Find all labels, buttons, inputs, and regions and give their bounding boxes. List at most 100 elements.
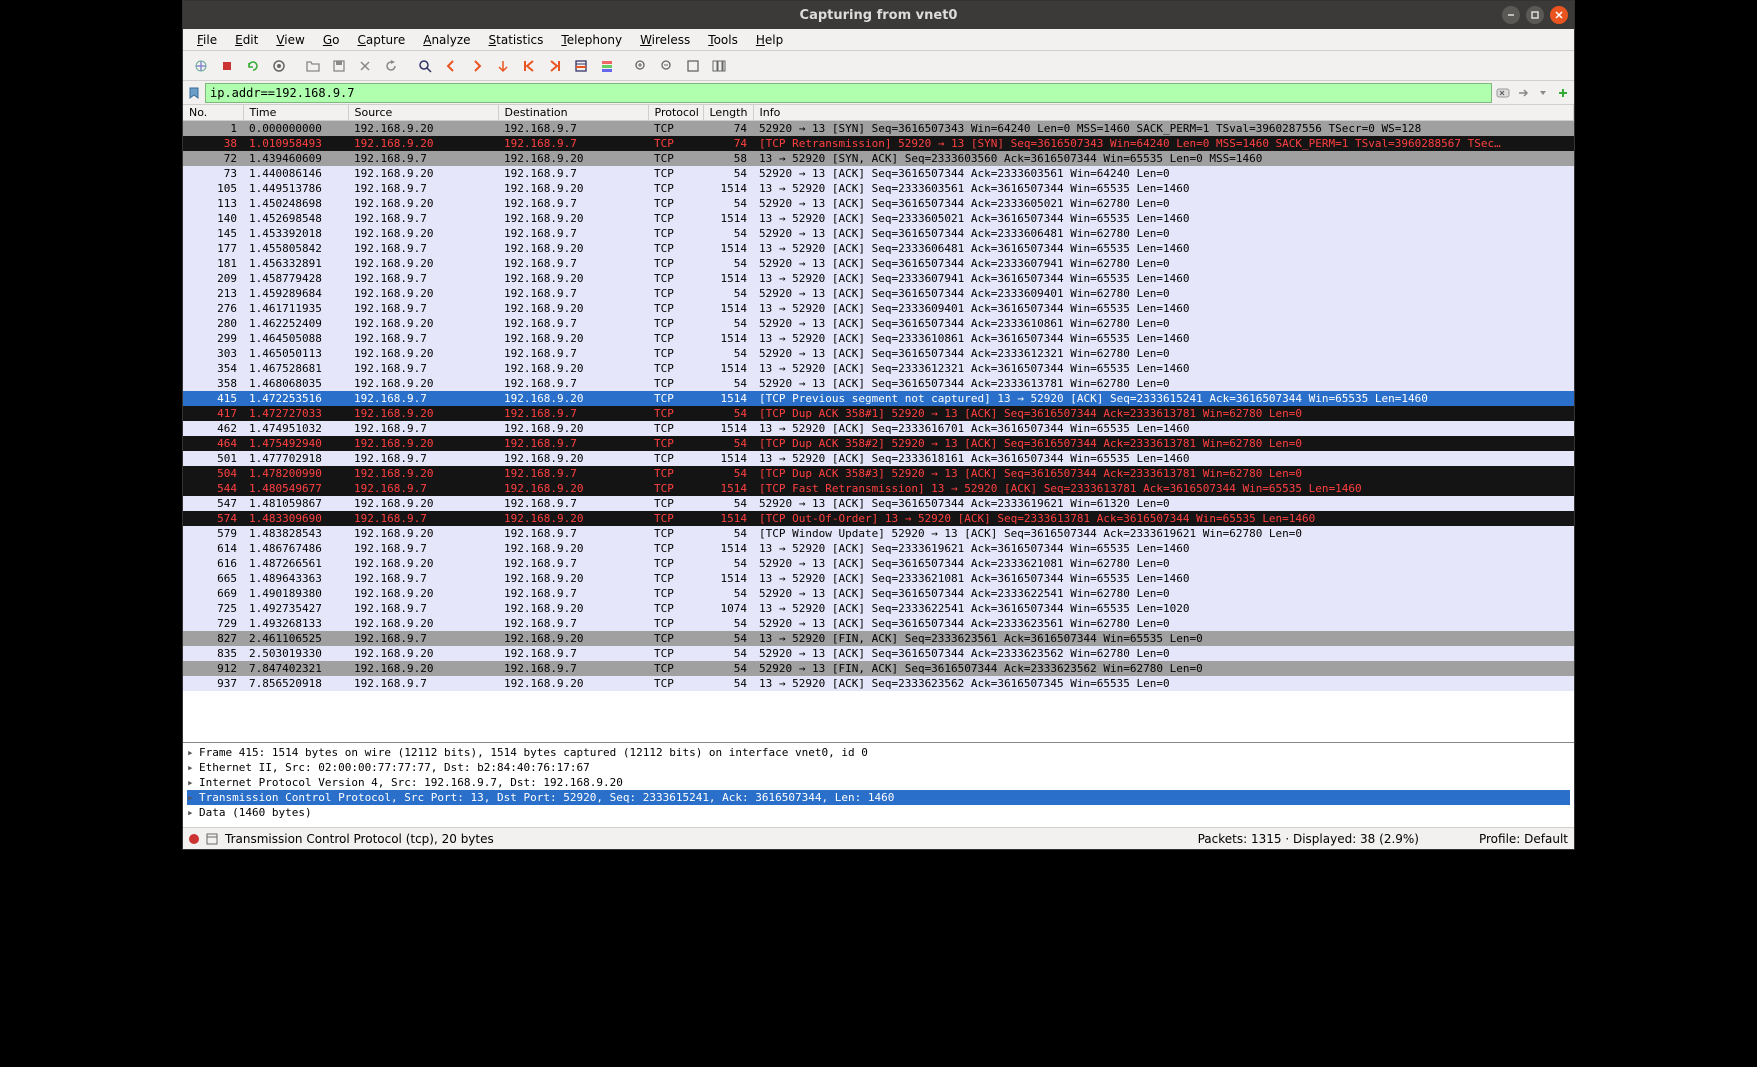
packet-row[interactable]: 2801.462252409192.168.9.20192.168.9.7TCP… [183, 316, 1574, 331]
packet-row[interactable]: 7291.493268133192.168.9.20192.168.9.7TCP… [183, 616, 1574, 631]
packet-row[interactable]: 10.000000000192.168.9.20192.168.9.7TCP74… [183, 121, 1574, 137]
capture-options-button[interactable] [267, 54, 291, 78]
packet-list[interactable]: No.TimeSourceDestinationProtocolLengthIn… [183, 105, 1574, 742]
colorize-button[interactable] [595, 54, 619, 78]
expand-icon[interactable]: ▸ [187, 791, 199, 804]
status-right[interactable]: Profile: Default [1479, 832, 1568, 846]
details-tree-item[interactable]: ▸ Data (1460 bytes) [187, 805, 1570, 820]
find-button[interactable] [413, 54, 437, 78]
packet-row[interactable]: 5741.483309690192.168.9.7192.168.9.20TCP… [183, 511, 1574, 526]
packet-row[interactable]: 2991.464505088192.168.9.7192.168.9.20TCP… [183, 331, 1574, 346]
menu-view[interactable]: View [268, 31, 312, 49]
column-header-no[interactable]: No. [183, 105, 243, 121]
packet-row[interactable]: 1771.455805842192.168.9.7192.168.9.20TCP… [183, 241, 1574, 256]
column-header-length[interactable]: Length [703, 105, 753, 121]
packet-row[interactable]: 3031.465050113192.168.9.20192.168.9.7TCP… [183, 346, 1574, 361]
packet-row[interactable]: 6161.487266561192.168.9.20192.168.9.7TCP… [183, 556, 1574, 571]
packet-row[interactable]: 4151.472253516192.168.9.7192.168.9.20TCP… [183, 391, 1574, 406]
packet-row[interactable]: 5041.478200990192.168.9.20192.168.9.7TCP… [183, 466, 1574, 481]
start-capture-button[interactable] [189, 54, 213, 78]
packet-row[interactable]: 731.440086146192.168.9.20192.168.9.7TCP5… [183, 166, 1574, 181]
packet-row[interactable]: 4171.472727033192.168.9.20192.168.9.7TCP… [183, 406, 1574, 421]
column-header-info[interactable]: Info [753, 105, 1574, 121]
go-forward-button[interactable] [465, 54, 489, 78]
close-button[interactable] [1550, 6, 1568, 24]
go-to-packet-button[interactable] [491, 54, 515, 78]
menu-file[interactable]: File [189, 31, 225, 49]
packet-row[interactable]: 381.010958493192.168.9.20192.168.9.7TCP7… [183, 136, 1574, 151]
expand-icon[interactable]: ▸ [187, 761, 199, 774]
column-header-source[interactable]: Source [348, 105, 498, 121]
packet-row[interactable]: 8272.461106525192.168.9.7192.168.9.20TCP… [183, 631, 1574, 646]
packet-row[interactable]: 3581.468068035192.168.9.20192.168.9.7TCP… [183, 376, 1574, 391]
packet-row[interactable]: 6691.490189380192.168.9.20192.168.9.7TCP… [183, 586, 1574, 601]
packet-row[interactable]: 2761.461711935192.168.9.7192.168.9.20TCP… [183, 301, 1574, 316]
column-header-time[interactable]: Time [243, 105, 348, 121]
packet-row[interactable]: 1451.453392018192.168.9.20192.168.9.7TCP… [183, 226, 1574, 241]
packet-row[interactable]: 5791.483828543192.168.9.20192.168.9.7TCP… [183, 526, 1574, 541]
packet-row[interactable]: 5441.480549677192.168.9.7192.168.9.20TCP… [183, 481, 1574, 496]
menu-go[interactable]: Go [315, 31, 348, 49]
expand-icon[interactable]: ▸ [187, 776, 199, 789]
add-filter-button[interactable] [1554, 84, 1572, 102]
reload-button[interactable] [379, 54, 403, 78]
menu-statistics[interactable]: Statistics [481, 31, 552, 49]
maximize-button[interactable] [1526, 6, 1544, 24]
display-filter-input[interactable] [205, 83, 1492, 103]
details-tree-item[interactable]: ▸ Ethernet II, Src: 02:00:00:77:77:77, D… [187, 760, 1570, 775]
save-file-button[interactable] [327, 54, 351, 78]
resize-columns-button[interactable] [707, 54, 731, 78]
expert-info-icon[interactable] [189, 834, 199, 844]
details-tree-item[interactable]: ▸ Transmission Control Protocol, Src Por… [187, 790, 1570, 805]
go-back-button[interactable] [439, 54, 463, 78]
minimize-button[interactable] [1502, 6, 1520, 24]
auto-scroll-button[interactable] [569, 54, 593, 78]
details-tree-item[interactable]: ▸ Internet Protocol Version 4, Src: 192.… [187, 775, 1570, 790]
packet-row[interactable]: 2131.459289684192.168.9.20192.168.9.7TCP… [183, 286, 1574, 301]
packet-row[interactable]: 1051.449513786192.168.9.7192.168.9.20TCP… [183, 181, 1574, 196]
packet-row[interactable]: 4621.474951032192.168.9.7192.168.9.20TCP… [183, 421, 1574, 436]
menu-telephony[interactable]: Telephony [553, 31, 630, 49]
capture-file-icon[interactable] [205, 832, 219, 846]
packet-details-pane[interactable]: ▸ Frame 415: 1514 bytes on wire (12112 b… [183, 742, 1574, 827]
menu-edit[interactable]: Edit [227, 31, 266, 49]
packet-row[interactable]: 9377.856520918192.168.9.7192.168.9.20TCP… [183, 676, 1574, 691]
packet-row[interactable]: 8352.503019330192.168.9.20192.168.9.7TCP… [183, 646, 1574, 661]
menu-help[interactable]: Help [748, 31, 791, 49]
zoom-reset-button[interactable] [681, 54, 705, 78]
stop-capture-button[interactable] [215, 54, 239, 78]
column-header-destination[interactable]: Destination [498, 105, 648, 121]
expand-icon[interactable]: ▸ [187, 746, 199, 759]
packet-row[interactable]: 7251.492735427192.168.9.7192.168.9.20TCP… [183, 601, 1574, 616]
packet-row[interactable]: 1131.450248698192.168.9.20192.168.9.7TCP… [183, 196, 1574, 211]
packet-row[interactable]: 5471.481059867192.168.9.20192.168.9.7TCP… [183, 496, 1574, 511]
zoom-out-button[interactable] [655, 54, 679, 78]
apply-filter-button[interactable] [1514, 84, 1532, 102]
packet-row[interactable]: 1811.456332891192.168.9.20192.168.9.7TCP… [183, 256, 1574, 271]
clear-filter-button[interactable] [1494, 84, 1512, 102]
go-first-button[interactable] [517, 54, 541, 78]
close-file-button[interactable] [353, 54, 377, 78]
packet-row[interactable]: 9127.847402321192.168.9.20192.168.9.7TCP… [183, 661, 1574, 676]
bookmark-filter-icon[interactable] [185, 84, 203, 102]
restart-capture-button[interactable] [241, 54, 265, 78]
menu-wireless[interactable]: Wireless [632, 31, 698, 49]
packet-row[interactable]: 3541.467528681192.168.9.7192.168.9.20TCP… [183, 361, 1574, 376]
filter-dropdown-button[interactable] [1534, 84, 1552, 102]
open-file-button[interactable] [301, 54, 325, 78]
packet-row[interactable]: 5011.477702918192.168.9.7192.168.9.20TCP… [183, 451, 1574, 466]
go-last-button[interactable] [543, 54, 567, 78]
menu-analyze[interactable]: Analyze [415, 31, 478, 49]
packet-row[interactable]: 6141.486767486192.168.9.7192.168.9.20TCP… [183, 541, 1574, 556]
packet-row[interactable]: 721.439460609192.168.9.7192.168.9.20TCP5… [183, 151, 1574, 166]
packet-row[interactable]: 2091.458779428192.168.9.7192.168.9.20TCP… [183, 271, 1574, 286]
packet-row[interactable]: 6651.489643363192.168.9.7192.168.9.20TCP… [183, 571, 1574, 586]
menu-capture[interactable]: Capture [349, 31, 413, 49]
packet-row[interactable]: 1401.452698548192.168.9.7192.168.9.20TCP… [183, 211, 1574, 226]
expand-icon[interactable]: ▸ [187, 806, 199, 819]
column-header-protocol[interactable]: Protocol [648, 105, 703, 121]
zoom-in-button[interactable] [629, 54, 653, 78]
packet-row[interactable]: 4641.475492940192.168.9.20192.168.9.7TCP… [183, 436, 1574, 451]
menu-tools[interactable]: Tools [700, 31, 746, 49]
details-tree-item[interactable]: ▸ Frame 415: 1514 bytes on wire (12112 b… [187, 745, 1570, 760]
